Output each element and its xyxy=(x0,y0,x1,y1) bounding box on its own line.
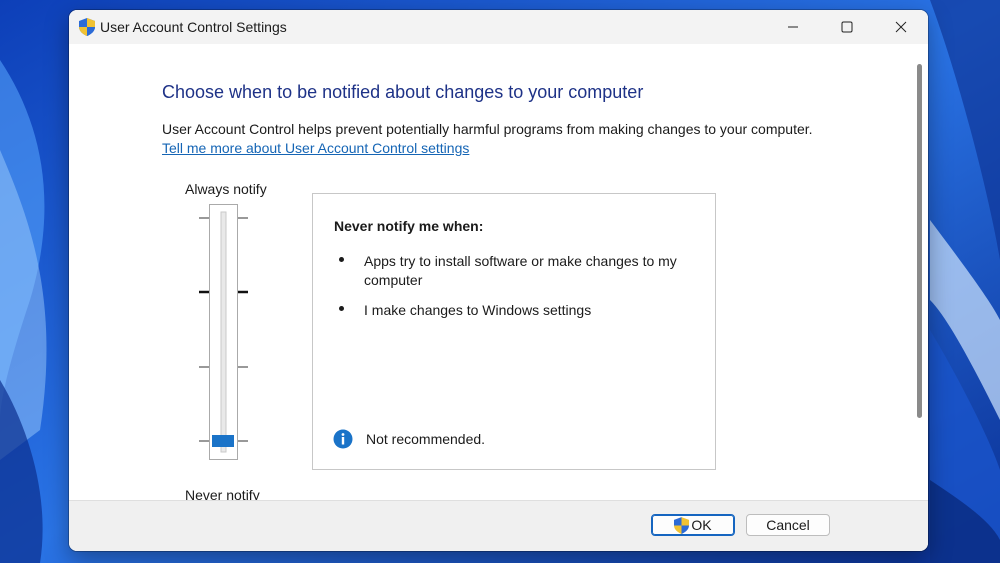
title-bar[interactable]: User Account Control Settings xyxy=(69,10,928,44)
bullet-icon xyxy=(339,306,344,311)
learn-more-link[interactable]: Tell me more about User Account Control … xyxy=(162,140,469,156)
maximize-button[interactable] xyxy=(820,10,874,44)
notification-level-slider[interactable] xyxy=(197,204,249,460)
slider-thumb[interactable] xyxy=(212,435,234,447)
bullet-icon xyxy=(339,257,344,262)
cancel-button[interactable]: Cancel xyxy=(746,514,830,536)
dialog-footer: OK Cancel xyxy=(69,500,928,551)
slider-top-label: Always notify xyxy=(185,181,267,197)
close-button[interactable] xyxy=(874,10,928,44)
ok-button[interactable]: OK xyxy=(651,514,735,536)
panel-title: Never notify me when: xyxy=(334,218,484,234)
slider-track[interactable] xyxy=(220,211,227,453)
uac-settings-window: User Account Control Settings Choose whe… xyxy=(69,10,928,551)
level-description-panel: Never notify me when: Apps try to instal… xyxy=(312,193,716,470)
page-heading: Choose when to be notified about changes… xyxy=(162,82,644,102)
info-icon xyxy=(333,429,353,449)
minimize-button[interactable] xyxy=(766,10,820,44)
panel-list-item: Apps try to install software or make cha… xyxy=(364,253,677,288)
close-icon xyxy=(895,21,907,33)
panel-list-item: I make changes to Windows settings xyxy=(364,302,592,318)
maximize-icon xyxy=(841,21,853,33)
recommendation-note: Not recommended. xyxy=(366,431,486,447)
main-content: Choose when to be notified about changes… xyxy=(69,44,911,503)
uac-shield-icon xyxy=(79,18,95,36)
scrollbar-thumb[interactable] xyxy=(917,64,922,418)
vertical-scrollbar[interactable] xyxy=(911,44,928,500)
description-text: User Account Control helps prevent poten… xyxy=(162,121,813,137)
window-title: User Account Control Settings xyxy=(100,19,287,35)
uac-shield-icon xyxy=(674,516,690,534)
ok-button-label: OK xyxy=(691,517,712,533)
minimize-icon xyxy=(788,26,798,28)
